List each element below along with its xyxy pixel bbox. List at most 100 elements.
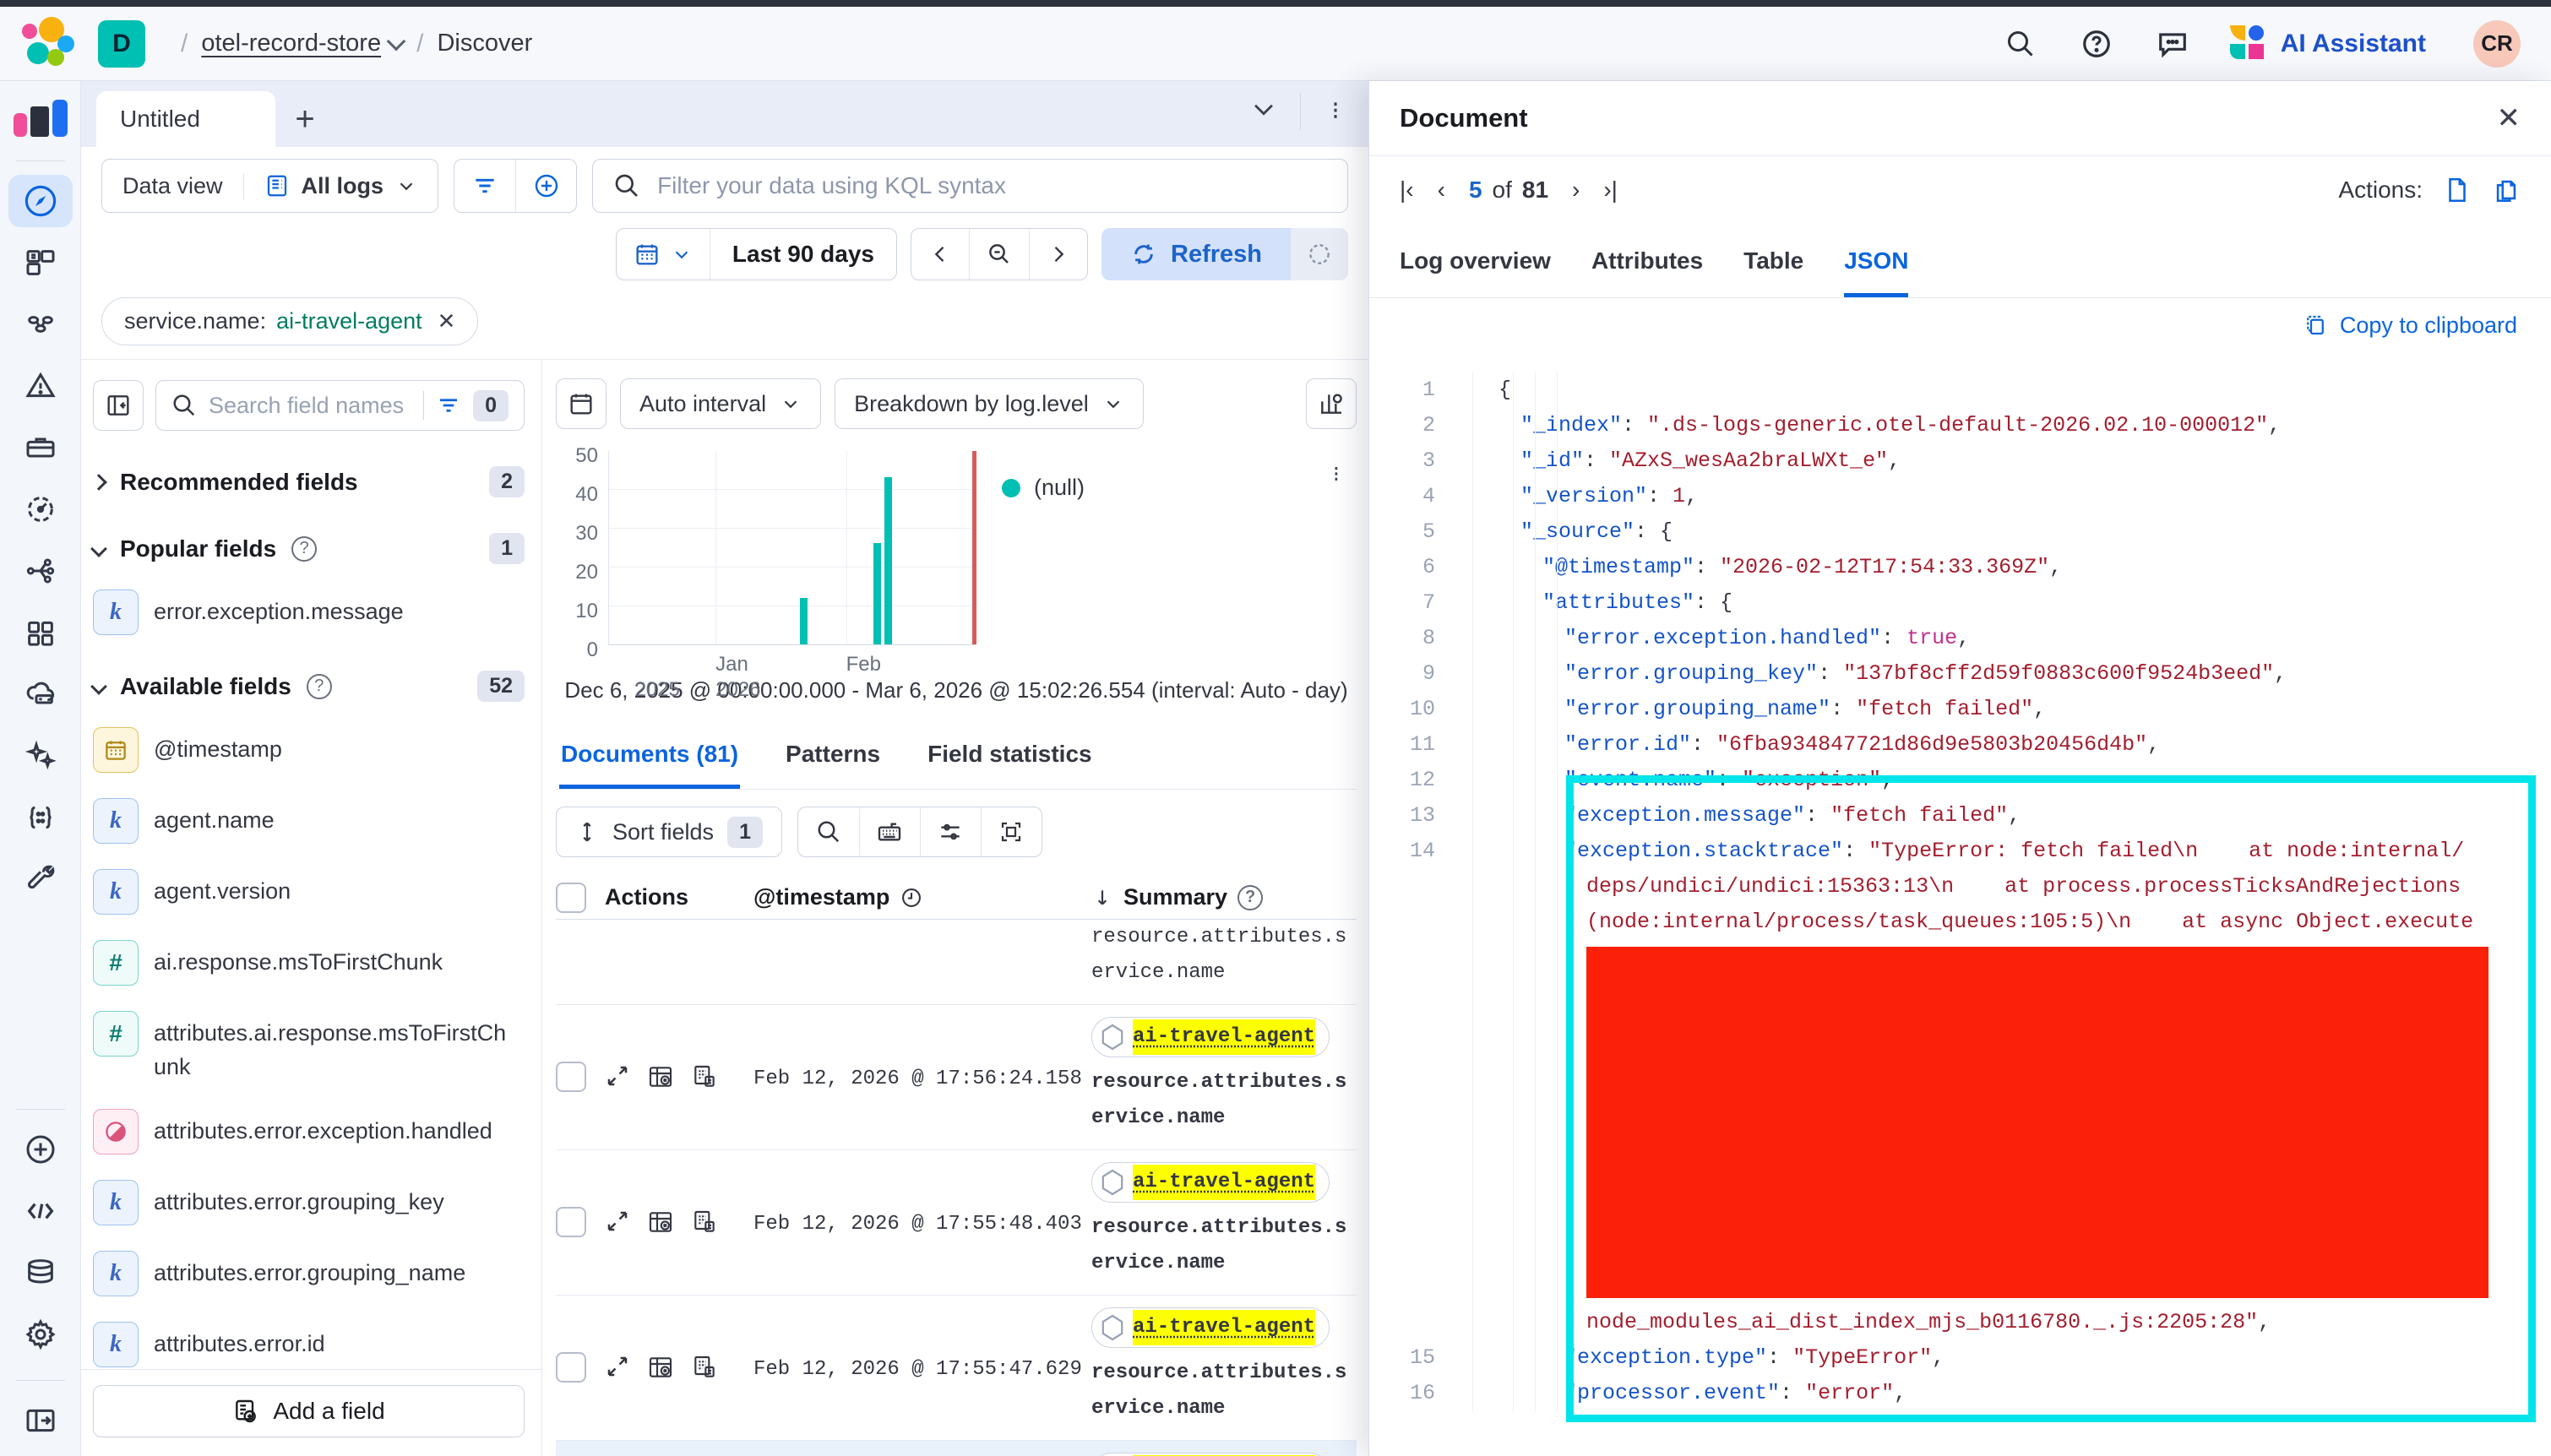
time-prev-icon[interactable] — [911, 229, 969, 280]
kql-search-bar[interactable] — [592, 159, 1348, 213]
service-pill[interactable]: ai-travel-agent — [1091, 1162, 1330, 1203]
section-available-fields[interactable]: Available fields ? 52 — [93, 671, 525, 702]
view-details-icon[interactable] — [691, 1209, 718, 1241]
refresh-button[interactable]: Refresh — [1101, 228, 1291, 280]
field-search[interactable]: 0 — [155, 380, 525, 431]
select-all-checkbox[interactable] — [556, 883, 586, 913]
table-row-partial[interactable]: resource.attributes.service.name — [556, 920, 1357, 1005]
auto-interval-dropdown[interactable]: Auto interval — [620, 378, 821, 429]
filter-lines-icon[interactable] — [454, 160, 515, 212]
sidebar-item-observability[interactable] — [8, 483, 73, 535]
toggle-row-in-table-icon[interactable] — [647, 1209, 674, 1241]
sidebar-item-alerts[interactable] — [8, 360, 73, 412]
add-filter-icon[interactable] — [515, 160, 576, 212]
field-list-item[interactable]: attributes.error.exception.handled — [93, 1109, 525, 1154]
sidebar-item-dashboards[interactable] — [8, 236, 73, 289]
service-pill[interactable]: ai-travel-agent — [1091, 1307, 1330, 1348]
service-pill[interactable]: ai-travel-agent — [1091, 1017, 1330, 1057]
ai-assistant-button[interactable]: AI Assistant — [2230, 25, 2426, 62]
user-avatar[interactable]: CR — [2473, 20, 2521, 68]
sidebar-item-integrations[interactable] — [8, 791, 73, 844]
time-next-icon[interactable] — [1029, 229, 1087, 280]
elastic-logo-icon[interactable] — [20, 17, 74, 71]
sort-fields-button[interactable]: Sort fields 1 — [556, 807, 782, 857]
chart-calendar-icon[interactable] — [556, 378, 606, 429]
json-viewer[interactable]: 1{2"_index": ".ds-logs-generic.otel-defa… — [1369, 372, 2551, 1411]
tab-patterns[interactable]: Patterns — [784, 729, 882, 789]
prev-doc-icon[interactable]: ‹ — [1438, 177, 1445, 204]
row-checkbox[interactable] — [556, 1352, 586, 1383]
breadcrumb-parent[interactable]: otel-record-store — [201, 30, 403, 57]
field-list-item[interactable]: kattributes.error.grouping_name — [93, 1251, 525, 1296]
chart-options-icon[interactable] — [1306, 378, 1357, 429]
sidebar-item-console[interactable] — [8, 1185, 73, 1237]
data-view-selector[interactable]: All logs — [243, 173, 438, 199]
expand-doc-icon[interactable] — [605, 1354, 630, 1385]
feedback-icon[interactable] — [2154, 25, 2191, 62]
histogram-bar[interactable] — [873, 543, 881, 644]
toggle-row-in-table-icon[interactable] — [647, 1354, 674, 1387]
last-doc-icon[interactable]: ›| — [1603, 177, 1618, 204]
column-header-summary[interactable]: Summary ? — [1091, 884, 1357, 910]
flyout-tab-attributes[interactable]: Attributes — [1591, 247, 1703, 297]
sidebar-item-settings[interactable] — [8, 1308, 73, 1361]
keyboard-icon[interactable] — [859, 807, 920, 856]
filter-pill-service-name[interactable]: service.name: ai-travel-agent ✕ — [101, 297, 478, 345]
expand-doc-icon[interactable] — [605, 1209, 630, 1240]
flyout-tab-json[interactable]: JSON — [1844, 247, 1908, 297]
new-tab-button[interactable]: + — [275, 91, 335, 147]
field-list-item[interactable]: kattributes.error.grouping_key — [93, 1180, 525, 1225]
sidebar-item-add[interactable] — [8, 1123, 73, 1176]
first-doc-icon[interactable]: |‹ — [1400, 177, 1414, 204]
sidebar-item-dev-tools[interactable] — [8, 853, 73, 905]
table-row[interactable]: Feb 12, 2026 @ 17:55:48.403ai-travel-age… — [556, 1150, 1357, 1296]
plot-area[interactable]: 2025Jan 2026Feb — [608, 451, 976, 645]
sidebar-item-machine-learning[interactable] — [8, 298, 73, 350]
field-list-item[interactable]: kagent.name — [93, 798, 525, 844]
service-pill[interactable]: ai-travel-agent — [1091, 1453, 1330, 1456]
sidebar-item-ai-sparkles[interactable] — [8, 730, 73, 782]
toggle-row-in-table-icon[interactable] — [647, 1063, 674, 1096]
tab-untitled[interactable]: Untitled — [96, 91, 275, 147]
view-details-icon[interactable] — [691, 1063, 718, 1096]
chart-kebab-icon[interactable]: ⁝ — [1333, 468, 1340, 480]
collapse-sidebar-icon[interactable] — [93, 380, 144, 431]
row-checkbox[interactable] — [556, 1207, 586, 1237]
space-badge[interactable]: D — [98, 20, 145, 68]
fullscreen-icon[interactable] — [981, 807, 1042, 856]
field-list-item[interactable]: kattributes.error.id — [93, 1322, 525, 1367]
flyout-tab-table[interactable]: Table — [1743, 247, 1803, 297]
section-popular-fields[interactable]: Popular fields ? 1 — [93, 533, 525, 564]
field-list-item[interactable]: #ai.response.msToFirstChunk — [93, 940, 525, 986]
single-doc-icon[interactable] — [2443, 176, 2472, 204]
flyout-tab-log-overview[interactable]: Log overview — [1400, 247, 1551, 297]
add-field-button[interactable]: Add a field — [93, 1385, 525, 1437]
field-list-item[interactable]: kerror.exception.message — [93, 589, 525, 635]
histogram-bar[interactable] — [884, 477, 892, 644]
remove-filter-icon[interactable]: ✕ — [438, 308, 456, 334]
copy-doc-icon[interactable] — [2492, 176, 2521, 204]
sidebar-item-cloud-data[interactable] — [8, 668, 73, 720]
expand-doc-icon[interactable] — [605, 1063, 630, 1095]
sidebar-item-apps-grid[interactable] — [8, 606, 73, 659]
section-recommended-fields[interactable]: Recommended fields 2 — [93, 466, 525, 497]
histogram-bar[interactable] — [800, 598, 808, 644]
tab-field-statistics[interactable]: Field statistics — [926, 729, 1094, 789]
breakdown-dropdown[interactable]: Breakdown by log.level — [835, 378, 1144, 429]
close-icon[interactable]: ✕ — [2497, 101, 2521, 135]
sidebar-item-discover[interactable] — [8, 175, 73, 227]
search-docs-icon[interactable] — [798, 807, 859, 856]
kql-input[interactable] — [657, 172, 1327, 199]
tab-documents-[interactable]: Documents (81) — [559, 729, 740, 789]
table-row[interactable]: Feb 12, 2026 @ 17:54:33.369ai-travel-age… — [556, 1441, 1357, 1456]
table-row[interactable]: Feb 12, 2026 @ 17:55:47.629ai-travel-age… — [556, 1296, 1357, 1441]
sidebar-item-cases[interactable] — [8, 421, 73, 474]
tab-list-chevron-icon[interactable] — [1249, 95, 1278, 129]
copy-to-clipboard-button[interactable]: Copy to clipboard — [2303, 312, 2517, 339]
auto-refresh-icon[interactable] — [1291, 228, 1348, 280]
chart-legend[interactable]: (null) — [1002, 475, 1085, 501]
time-range-value[interactable]: Last 90 days — [710, 229, 896, 280]
calendar-dropdown[interactable] — [617, 229, 710, 280]
field-list-item[interactable]: @timestamp — [93, 727, 525, 773]
row-settings-icon[interactable] — [920, 807, 981, 856]
